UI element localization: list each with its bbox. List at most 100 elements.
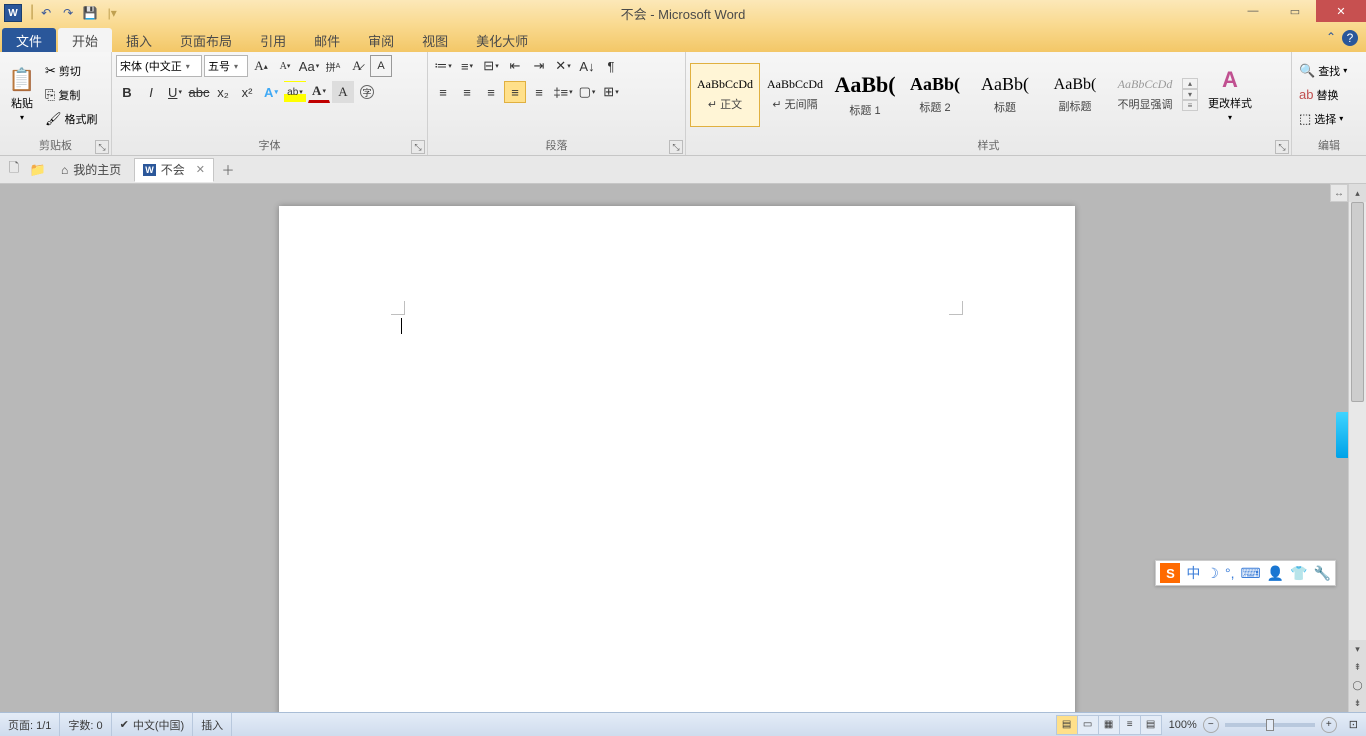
scroll-up-button[interactable]: ▴: [1349, 184, 1366, 202]
scroll-thumb[interactable]: [1351, 202, 1364, 402]
tab-view[interactable]: 视图: [408, 28, 462, 52]
save-button[interactable]: 💾: [80, 3, 100, 23]
open-folder-icon[interactable]: 📁: [28, 160, 48, 180]
style-expand[interactable]: ≡: [1182, 100, 1198, 111]
ribbon-minimize-icon[interactable]: ⌃: [1326, 30, 1336, 46]
new-tab-button[interactable]: ＋: [218, 160, 238, 180]
help-icon[interactable]: ?: [1342, 30, 1358, 46]
styles-dialog-launcher[interactable]: ⤡: [1275, 140, 1289, 154]
document-tab-current[interactable]: W 不会 ✕: [134, 158, 214, 182]
numbering-button[interactable]: ≡▾: [456, 55, 478, 77]
tab-references[interactable]: 引用: [246, 28, 300, 52]
sort-button[interactable]: A↓: [576, 55, 598, 77]
tab-beautify[interactable]: 美化大师: [462, 28, 542, 52]
next-page-button[interactable]: ⇟: [1349, 694, 1366, 712]
decrease-indent-button[interactable]: ⇤: [504, 55, 526, 77]
style-item-2[interactable]: AaBb(标题 1: [830, 63, 900, 127]
zoom-out-button[interactable]: −: [1203, 717, 1219, 733]
scroll-down-button[interactable]: ▾: [1349, 640, 1366, 658]
tab-mailings[interactable]: 邮件: [300, 28, 354, 52]
style-item-6[interactable]: AaBbCcDd不明显强调: [1110, 63, 1180, 127]
change-case-button[interactable]: Aa▾: [298, 55, 320, 77]
minimize-button[interactable]: —: [1232, 0, 1274, 22]
shading-button[interactable]: ▢▾: [576, 81, 598, 103]
clipboard-dialog-launcher[interactable]: ⤡: [95, 140, 109, 154]
tab-home[interactable]: 开始: [58, 28, 112, 52]
style-scroll-down[interactable]: ▾: [1182, 89, 1198, 100]
grow-font-button[interactable]: A▴: [250, 55, 272, 77]
style-item-5[interactable]: AaBb(副标题: [1040, 63, 1110, 127]
align-left-button[interactable]: ≡: [432, 81, 454, 103]
subscript-button[interactable]: x₂: [212, 81, 234, 103]
bold-button[interactable]: B: [116, 81, 138, 103]
zoom-value[interactable]: 100%: [1169, 719, 1197, 731]
close-tab-icon[interactable]: ✕: [196, 163, 205, 176]
style-item-0[interactable]: AaBbCcDd↵ 正文: [690, 63, 760, 127]
maximize-button[interactable]: ▭: [1274, 0, 1316, 22]
clear-formatting-button[interactable]: A̷: [346, 55, 368, 77]
ime-skin-icon[interactable]: 👕: [1290, 565, 1307, 582]
status-language[interactable]: ✔中文(中国): [112, 713, 194, 736]
style-item-4[interactable]: AaBb(标题: [970, 63, 1040, 127]
file-tab[interactable]: 文件: [2, 28, 56, 52]
paragraph-dialog-launcher[interactable]: ⤡: [669, 140, 683, 154]
replace-button[interactable]: ab替换: [1296, 84, 1350, 106]
view-full-screen[interactable]: ▭: [1077, 715, 1099, 735]
tab-page-layout[interactable]: 页面布局: [166, 28, 246, 52]
increase-indent-button[interactable]: ⇥: [528, 55, 550, 77]
status-insert-mode[interactable]: 插入: [193, 713, 232, 736]
ime-moon-icon[interactable]: ☽: [1206, 565, 1219, 582]
ime-keyboard-icon[interactable]: ⌨: [1240, 565, 1260, 582]
phonetic-guide-button[interactable]: 拼A: [322, 55, 344, 77]
font-dialog-launcher[interactable]: ⤡: [411, 140, 425, 154]
superscript-button[interactable]: x²: [236, 81, 258, 103]
zoom-in-button[interactable]: +: [1321, 717, 1337, 733]
vertical-scrollbar[interactable]: ▴ ▾ ⇞ ◯ ⇟: [1348, 184, 1366, 712]
zoom-fit-icon[interactable]: ⊡: [1349, 718, 1358, 731]
enclose-characters-button[interactable]: 字: [356, 81, 378, 103]
undo-button[interactable]: ↶: [36, 3, 56, 23]
page-thumbnail-marker[interactable]: [1336, 412, 1348, 458]
style-scroll-up[interactable]: ▴: [1182, 78, 1198, 89]
asian-layout-button[interactable]: ✕▾: [552, 55, 574, 77]
select-button[interactable]: ⬚选择▾: [1296, 108, 1350, 130]
underline-button[interactable]: U▾: [164, 81, 186, 103]
align-right-button[interactable]: ≡: [480, 81, 502, 103]
ime-lang-button[interactable]: 中: [1186, 563, 1200, 583]
ime-punct-icon[interactable]: °,: [1225, 565, 1235, 581]
copy-button[interactable]: ⎘复制: [42, 84, 101, 106]
paste-button[interactable]: 📋 粘贴 ▾: [4, 55, 40, 134]
document-page[interactable]: [279, 206, 1075, 712]
align-justify-button[interactable]: ≡: [504, 81, 526, 103]
ime-user-icon[interactable]: 👤: [1267, 565, 1284, 582]
format-painter-button[interactable]: 🖌格式刷: [42, 108, 101, 130]
ime-tools-icon[interactable]: 🔧: [1314, 565, 1331, 582]
multilevel-list-button[interactable]: ⊟▾: [480, 55, 502, 77]
style-item-3[interactable]: AaBb(标题 2: [900, 63, 970, 127]
selection-pane-toggle[interactable]: ↔: [1330, 184, 1348, 202]
view-print-layout[interactable]: ▤: [1056, 715, 1078, 735]
view-outline[interactable]: ≡: [1119, 715, 1141, 735]
align-distributed-button[interactable]: ≡: [528, 81, 550, 103]
font-name-combo[interactable]: 宋体 (中文正▾: [116, 55, 202, 77]
font-color-button[interactable]: A▾: [308, 81, 330, 103]
qat-customize-dropdown[interactable]: |▾: [102, 3, 122, 23]
close-button[interactable]: ✕: [1316, 0, 1366, 22]
ime-sogou-icon[interactable]: S: [1160, 563, 1180, 583]
tab-insert[interactable]: 插入: [112, 28, 166, 52]
line-spacing-button[interactable]: ‡≡▾: [552, 81, 574, 103]
view-web-layout[interactable]: ▦: [1098, 715, 1120, 735]
find-button[interactable]: 🔍查找▾: [1296, 60, 1350, 82]
character-shading-button[interactable]: A: [332, 81, 354, 103]
text-effects-button[interactable]: A▾: [260, 81, 282, 103]
document-canvas[interactable]: ↔: [0, 184, 1348, 712]
status-word-count[interactable]: 字数: 0: [60, 713, 111, 736]
cut-button[interactable]: ✂剪切: [42, 60, 101, 82]
prev-page-button[interactable]: ⇞: [1349, 658, 1366, 676]
change-styles-button[interactable]: A 更改样式 ▾: [1206, 67, 1254, 122]
character-border-button[interactable]: A: [370, 55, 392, 77]
browse-object-button[interactable]: ◯: [1349, 676, 1366, 694]
ime-toolbar[interactable]: S 中 ☽ °, ⌨ 👤 👕 🔧: [1155, 560, 1336, 586]
borders-button[interactable]: ⊞▾: [600, 81, 622, 103]
italic-button[interactable]: I: [140, 81, 162, 103]
